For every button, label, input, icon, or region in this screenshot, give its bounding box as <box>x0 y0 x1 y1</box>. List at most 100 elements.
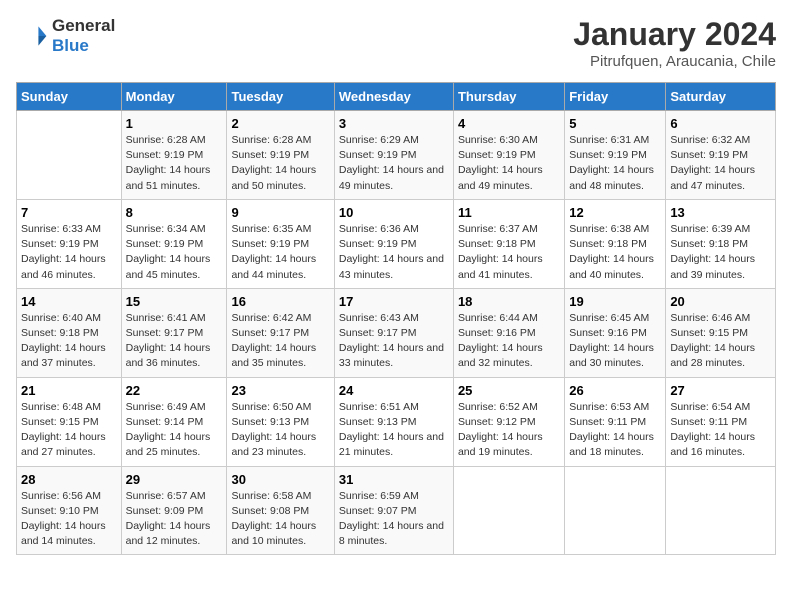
logo: General Blue <box>16 16 115 56</box>
calendar-cell: 10 Sunrise: 6:36 AMSunset: 9:19 PMDayligh… <box>334 199 453 288</box>
day-info: Sunrise: 6:58 AMSunset: 9:08 PMDaylight:… <box>231 489 329 550</box>
calendar-cell: 19 Sunrise: 6:45 AMSunset: 9:16 PMDayligh… <box>565 288 666 377</box>
calendar-cell: 27 Sunrise: 6:54 AMSunset: 9:11 PMDayligh… <box>666 377 776 466</box>
day-info: Sunrise: 6:35 AMSunset: 9:19 PMDaylight:… <box>231 222 329 283</box>
day-number: 13 <box>670 205 771 220</box>
day-number: 14 <box>21 294 117 309</box>
day-info: Sunrise: 6:31 AMSunset: 9:19 PMDaylight:… <box>569 133 661 194</box>
header-day: Friday <box>565 83 666 111</box>
logo-icon <box>16 20 48 52</box>
calendar-cell: 22 Sunrise: 6:49 AMSunset: 9:14 PMDayligh… <box>121 377 227 466</box>
day-info: Sunrise: 6:33 AMSunset: 9:19 PMDaylight:… <box>21 222 117 283</box>
calendar-cell <box>565 466 666 555</box>
calendar-cell: 13 Sunrise: 6:39 AMSunset: 9:18 PMDayligh… <box>666 199 776 288</box>
calendar-body: 1 Sunrise: 6:28 AMSunset: 9:19 PMDaylight… <box>17 111 776 555</box>
calendar-cell: 16Sunrise: 6:42 AMSunset: 9:17 PMDayligh… <box>227 288 334 377</box>
day-number: 4 <box>458 116 560 131</box>
day-info: Sunrise: 6:44 AMSunset: 9:16 PMDaylight:… <box>458 311 560 372</box>
calendar-cell: 2 Sunrise: 6:28 AMSunset: 9:19 PMDaylight… <box>227 111 334 200</box>
calendar-header-row: SundayMondayTuesdayWednesdayThursdayFrid… <box>17 83 776 111</box>
day-number: 5 <box>569 116 661 131</box>
day-number: 24 <box>339 383 449 398</box>
day-number: 10 <box>339 205 449 220</box>
day-info: Sunrise: 6:49 AMSunset: 9:14 PMDaylight:… <box>126 400 223 461</box>
calendar-cell: 1 Sunrise: 6:28 AMSunset: 9:19 PMDaylight… <box>121 111 227 200</box>
header-day: Tuesday <box>227 83 334 111</box>
day-number: 1 <box>126 116 223 131</box>
day-number: 25 <box>458 383 560 398</box>
calendar-cell: 17Sunrise: 6:43 AMSunset: 9:17 PMDayligh… <box>334 288 453 377</box>
day-info: Sunrise: 6:30 AMSunset: 9:19 PMDaylight:… <box>458 133 560 194</box>
day-info: Sunrise: 6:28 AMSunset: 9:19 PMDaylight:… <box>231 133 329 194</box>
day-number: 26 <box>569 383 661 398</box>
calendar-cell: 9Sunrise: 6:35 AMSunset: 9:19 PMDaylight… <box>227 199 334 288</box>
calendar-week-row: 7 Sunrise: 6:33 AMSunset: 9:19 PMDaylight… <box>17 199 776 288</box>
day-number: 27 <box>670 383 771 398</box>
calendar-cell <box>666 466 776 555</box>
calendar-cell: 4 Sunrise: 6:30 AMSunset: 9:19 PMDaylight… <box>453 111 564 200</box>
header-day: Monday <box>121 83 227 111</box>
day-number: 12 <box>569 205 661 220</box>
calendar-cell: 14Sunrise: 6:40 AMSunset: 9:18 PMDayligh… <box>17 288 122 377</box>
calendar-cell: 8Sunrise: 6:34 AMSunset: 9:19 PMDaylight… <box>121 199 227 288</box>
calendar-cell <box>453 466 564 555</box>
day-info: Sunrise: 6:54 AMSunset: 9:11 PMDaylight:… <box>670 400 771 461</box>
day-number: 30 <box>231 472 329 487</box>
calendar-cell: 26 Sunrise: 6:53 AMSunset: 9:11 PMDayligh… <box>565 377 666 466</box>
header-day: Thursday <box>453 83 564 111</box>
calendar-cell: 30 Sunrise: 6:58 AMSunset: 9:08 PMDayligh… <box>227 466 334 555</box>
calendar-cell: 24 Sunrise: 6:51 AMSunset: 9:13 PMDayligh… <box>334 377 453 466</box>
calendar-cell: 21 Sunrise: 6:48 AMSunset: 9:15 PMDayligh… <box>17 377 122 466</box>
day-info: Sunrise: 6:28 AMSunset: 9:19 PMDaylight:… <box>126 133 223 194</box>
day-number: 21 <box>21 383 117 398</box>
calendar-cell: 31 Sunrise: 6:59 AMSunset: 9:07 PMDayligh… <box>334 466 453 555</box>
day-info: Sunrise: 6:53 AMSunset: 9:11 PMDaylight:… <box>569 400 661 461</box>
day-info: Sunrise: 6:29 AMSunset: 9:19 PMDaylight:… <box>339 133 449 194</box>
calendar-cell: 7 Sunrise: 6:33 AMSunset: 9:19 PMDaylight… <box>17 199 122 288</box>
day-number: 31 <box>339 472 449 487</box>
calendar-cell: 15 Sunrise: 6:41 AMSunset: 9:17 PMDayligh… <box>121 288 227 377</box>
calendar-cell: 18 Sunrise: 6:44 AMSunset: 9:16 PMDayligh… <box>453 288 564 377</box>
day-info: Sunrise: 6:39 AMSunset: 9:18 PMDaylight:… <box>670 222 771 283</box>
day-number: 29 <box>126 472 223 487</box>
day-number: 3 <box>339 116 449 131</box>
day-info: Sunrise: 6:46 AMSunset: 9:15 PMDaylight:… <box>670 311 771 372</box>
calendar-cell: 29Sunrise: 6:57 AMSunset: 9:09 PMDayligh… <box>121 466 227 555</box>
day-info: Sunrise: 6:50 AMSunset: 9:13 PMDaylight:… <box>231 400 329 461</box>
page-subtitle: Pitrufquen, Araucania, Chile <box>573 53 776 70</box>
calendar-week-row: 14Sunrise: 6:40 AMSunset: 9:18 PMDayligh… <box>17 288 776 377</box>
header-day: Sunday <box>17 83 122 111</box>
calendar-cell: 28Sunrise: 6:56 AMSunset: 9:10 PMDayligh… <box>17 466 122 555</box>
calendar-cell: 3 Sunrise: 6:29 AMSunset: 9:19 PMDaylight… <box>334 111 453 200</box>
day-number: 7 <box>21 205 117 220</box>
day-number: 22 <box>126 383 223 398</box>
day-info: Sunrise: 6:51 AMSunset: 9:13 PMDaylight:… <box>339 400 449 461</box>
day-info: Sunrise: 6:37 AMSunset: 9:18 PMDaylight:… <box>458 222 560 283</box>
day-number: 2 <box>231 116 329 131</box>
day-number: 15 <box>126 294 223 309</box>
header-day: Wednesday <box>334 83 453 111</box>
day-number: 18 <box>458 294 560 309</box>
day-info: Sunrise: 6:59 AMSunset: 9:07 PMDaylight:… <box>339 489 449 550</box>
day-info: Sunrise: 6:41 AMSunset: 9:17 PMDaylight:… <box>126 311 223 372</box>
day-info: Sunrise: 6:34 AMSunset: 9:19 PMDaylight:… <box>126 222 223 283</box>
day-number: 20 <box>670 294 771 309</box>
day-number: 23 <box>231 383 329 398</box>
calendar-cell: 11Sunrise: 6:37 AMSunset: 9:18 PMDayligh… <box>453 199 564 288</box>
day-number: 17 <box>339 294 449 309</box>
calendar-cell: 25 Sunrise: 6:52 AMSunset: 9:12 PMDayligh… <box>453 377 564 466</box>
logo-text: General Blue <box>52 16 115 56</box>
day-info: Sunrise: 6:52 AMSunset: 9:12 PMDaylight:… <box>458 400 560 461</box>
day-number: 19 <box>569 294 661 309</box>
day-number: 16 <box>231 294 329 309</box>
day-info: Sunrise: 6:36 AMSunset: 9:19 PMDaylight:… <box>339 222 449 283</box>
day-info: Sunrise: 6:45 AMSunset: 9:16 PMDaylight:… <box>569 311 661 372</box>
day-info: Sunrise: 6:56 AMSunset: 9:10 PMDaylight:… <box>21 489 117 550</box>
day-info: Sunrise: 6:32 AMSunset: 9:19 PMDaylight:… <box>670 133 771 194</box>
title-block: January 2024 Pitrufquen, Araucania, Chil… <box>573 16 776 70</box>
calendar-cell: 20 Sunrise: 6:46 AMSunset: 9:15 PMDayligh… <box>666 288 776 377</box>
day-number: 6 <box>670 116 771 131</box>
calendar-week-row: 21 Sunrise: 6:48 AMSunset: 9:15 PMDayligh… <box>17 377 776 466</box>
calendar-cell <box>17 111 122 200</box>
day-info: Sunrise: 6:48 AMSunset: 9:15 PMDaylight:… <box>21 400 117 461</box>
